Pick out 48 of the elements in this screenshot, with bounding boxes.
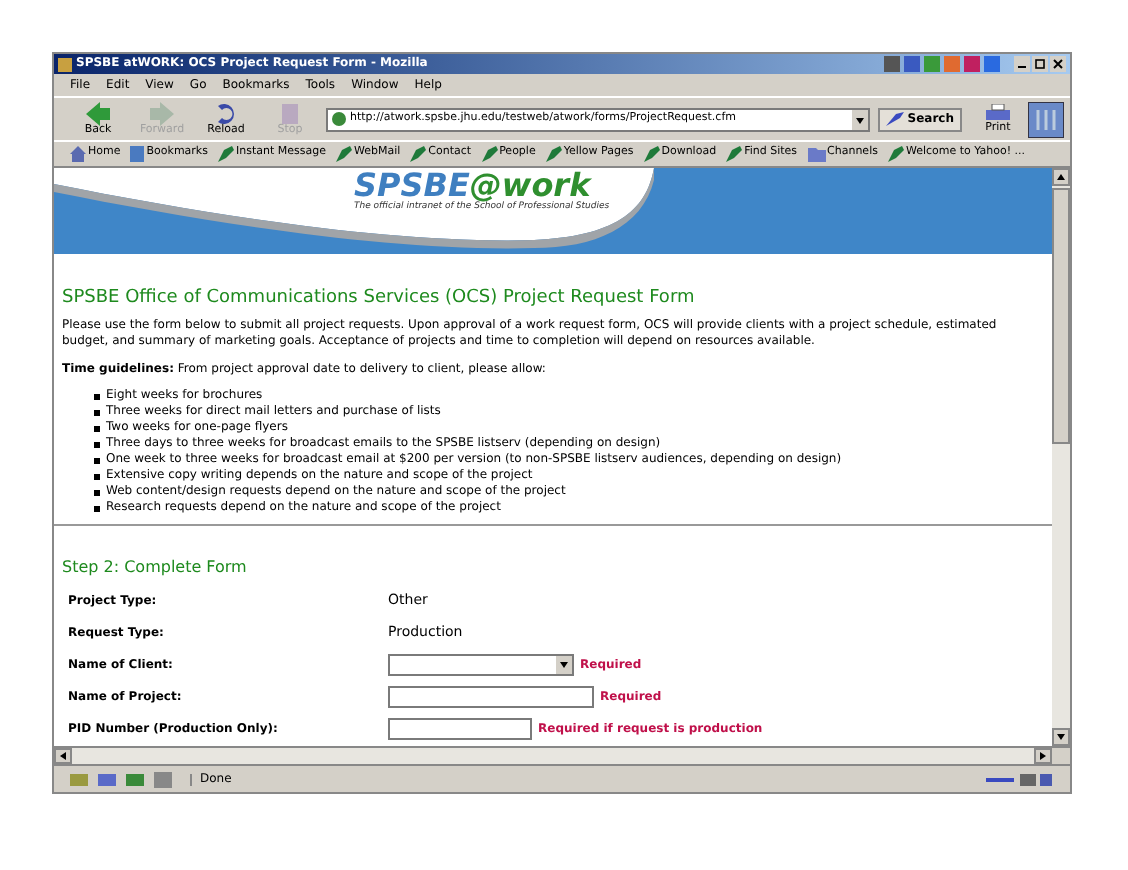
step-heading: Step 2: Complete Form (62, 560, 249, 576)
page-heading: SPSBE Office of Communications Services (OCS) Project Request Form (62, 290, 697, 308)
stop-icon (278, 101, 302, 126)
connection-icons-drawing (986, 771, 1054, 787)
minimize-icon[interactable] (1014, 56, 1030, 72)
throbber-logo-icon (1028, 101, 1064, 137)
horizontal-scrollbar[interactable] (54, 748, 1052, 764)
bookmark-link-icon (887, 146, 904, 162)
scroll-down-arrow-icon[interactable] (1052, 728, 1070, 746)
logo-text: SPSBE@work (354, 170, 591, 202)
reload-icon (214, 101, 238, 126)
bookmark-link-icon (335, 146, 352, 162)
bullet-icon (94, 489, 100, 495)
bookmark-link-icon (643, 146, 660, 162)
bookmark-link-icon (217, 146, 234, 162)
pid-number-field[interactable] (388, 718, 532, 740)
forward-arrow-icon (148, 101, 176, 126)
bookmark-link-icon (545, 146, 562, 162)
bullet-icon (94, 393, 100, 399)
status-icons-drawing (70, 771, 178, 787)
bookmark-link-icon (726, 146, 743, 162)
scroll-thumb[interactable] (1052, 188, 1070, 444)
home-icon (70, 146, 86, 162)
bullet-icon (94, 409, 100, 415)
bookmark-icon (130, 146, 145, 162)
tray-icons-drawing (884, 56, 1004, 72)
bullet-icon (94, 505, 100, 511)
client-select[interactable] (388, 654, 574, 676)
bullet-icon (94, 457, 100, 463)
printer-icon (986, 103, 1010, 124)
page-icon (332, 112, 346, 126)
scroll-left-arrow-icon[interactable] (54, 748, 72, 764)
bookmark-link-icon (481, 146, 498, 162)
close-icon[interactable] (1050, 56, 1066, 72)
scroll-right-arrow-icon[interactable] (1034, 748, 1052, 764)
bookmark-link-icon (410, 146, 427, 162)
folder-icon (807, 146, 826, 162)
bullet-icon (94, 473, 100, 479)
bullet-icon (94, 441, 100, 447)
back-arrow-icon (84, 101, 112, 126)
project-name-field[interactable] (388, 686, 594, 708)
vertical-scrollbar[interactable] (1052, 168, 1070, 746)
dropdown-arrow-icon (556, 656, 572, 674)
bullet-icon (94, 425, 100, 431)
scroll-up-arrow-icon[interactable] (1052, 168, 1070, 186)
search-icon (885, 112, 904, 126)
maximize-icon[interactable] (1032, 56, 1048, 72)
app-icon (58, 57, 72, 71)
